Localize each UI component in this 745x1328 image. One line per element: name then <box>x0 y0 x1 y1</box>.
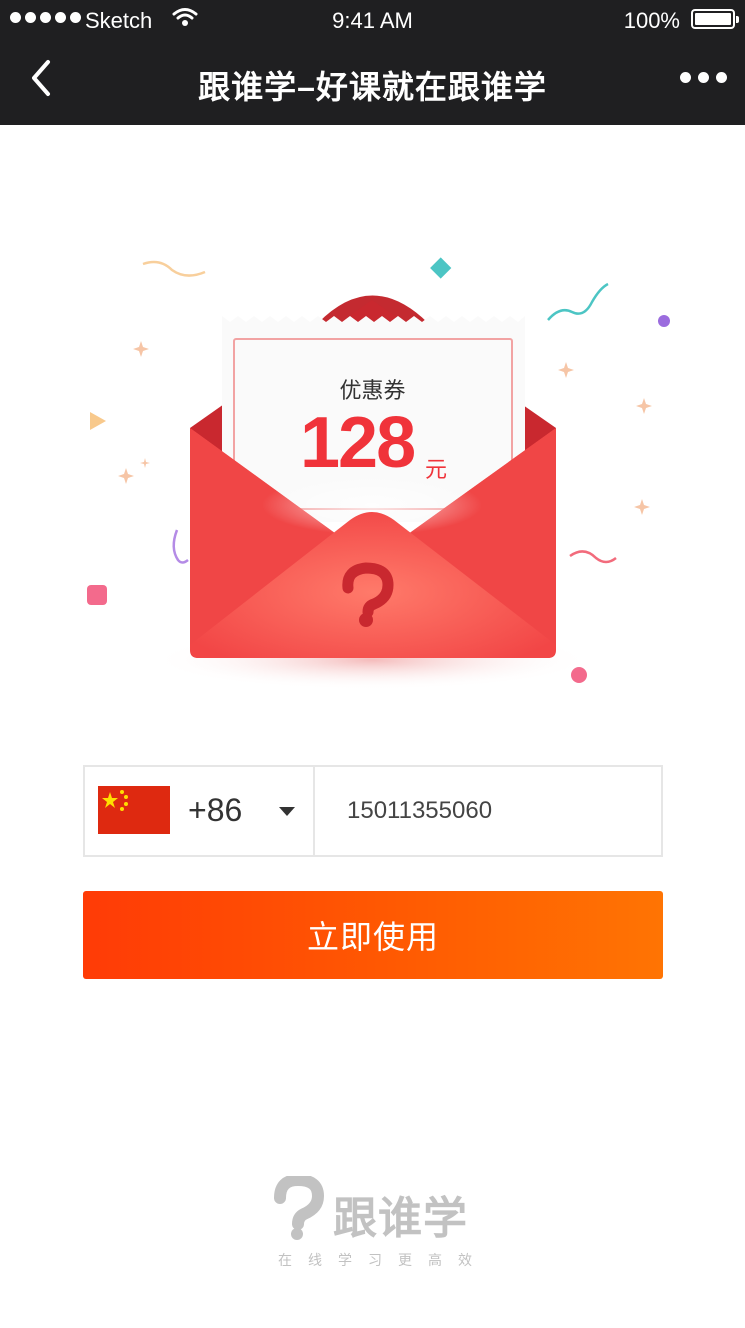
page-title: 跟谁学–好课就在跟谁学 <box>198 69 547 105</box>
country-code-selector[interactable]: +86 <box>85 767 315 855</box>
navigation-bar: Sketch 9:41 AM 100% 跟谁学–好课就在跟谁学 <box>0 0 745 125</box>
brand-slogan: 在线学习更高效 <box>278 1252 488 1268</box>
battery-icon <box>691 9 739 29</box>
footer-logo: 跟谁学 在线学习更高效 <box>270 1176 480 1276</box>
china-flag-icon <box>98 786 170 834</box>
battery-percentage: 100% <box>623 8 680 33</box>
status-bar: Sketch 9:41 AM 100% <box>0 0 745 42</box>
coupon-amount: 128 <box>300 403 416 483</box>
use-now-button[interactable]: 立即使用 <box>83 891 663 979</box>
brand-question-mark-icon <box>274 1176 325 1240</box>
coupon-amount-group: 128 元 <box>300 402 500 483</box>
caret-down-icon <box>279 807 295 816</box>
coupon-unit: 元 <box>425 457 448 482</box>
coupon-label: 优惠券 <box>339 378 406 403</box>
more-dots-icon[interactable] <box>680 72 727 83</box>
country-code: +86 <box>188 792 243 828</box>
brand-name: 跟谁学 <box>333 1194 468 1243</box>
phone-number-field: +86 <box>83 765 663 857</box>
phone-input[interactable] <box>315 767 661 855</box>
